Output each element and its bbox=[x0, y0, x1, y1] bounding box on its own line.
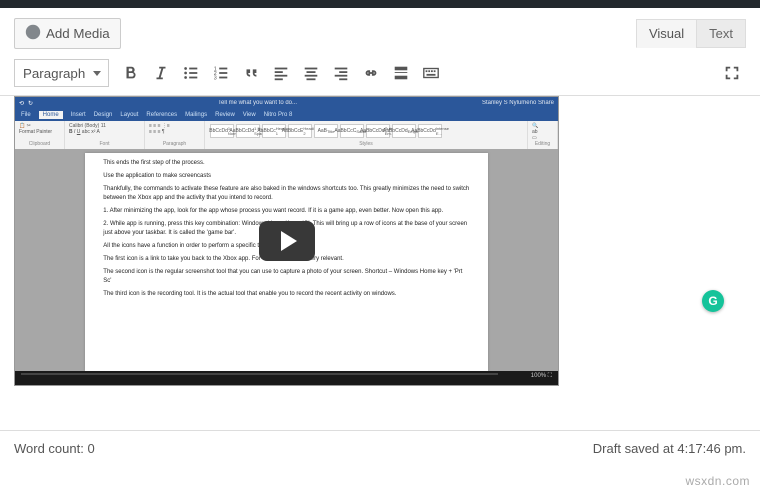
video-controls[interactable]: 100% ⛶ bbox=[15, 371, 558, 385]
keyboard-icon bbox=[422, 64, 440, 82]
ol-button[interactable]: 123 bbox=[207, 59, 235, 87]
fullscreen-icon bbox=[723, 64, 741, 82]
italic-icon bbox=[152, 64, 170, 82]
word-titlebar: ⟲↻ Tell me what you want to do... Stanle… bbox=[15, 97, 558, 109]
readmore-button[interactable] bbox=[387, 59, 415, 87]
align-center-button[interactable] bbox=[297, 59, 325, 87]
media-icon bbox=[25, 24, 41, 43]
link-button[interactable] bbox=[357, 59, 385, 87]
doc-line: Thankfully, the commands to activate the… bbox=[103, 185, 469, 203]
align-right-icon bbox=[332, 64, 350, 82]
add-media-label: Add Media bbox=[46, 26, 110, 41]
editor-chrome-row: Add Media Visual Text bbox=[0, 8, 760, 55]
word-page-area: This ends the first step of the process.… bbox=[15, 149, 558, 375]
grammarly-icon[interactable]: G bbox=[702, 290, 724, 312]
draft-saved-status: Draft saved at 4:17:46 pm. bbox=[593, 441, 746, 456]
word-menu-tabs: File Home Insert Design Layout Reference… bbox=[15, 109, 558, 121]
add-media-button[interactable]: Add Media bbox=[14, 18, 121, 49]
style-item: AaBbCcEHeading 2 bbox=[288, 124, 312, 138]
video-embed[interactable]: ⟲↻ Tell me what you want to do... Stanle… bbox=[14, 96, 559, 386]
editor-body[interactable]: ⟲↻ Tell me what you want to do... Stanle… bbox=[0, 96, 760, 396]
link-icon bbox=[362, 64, 380, 82]
readmore-icon bbox=[392, 64, 410, 82]
doc-line: The second icon is the regular screensho… bbox=[103, 268, 469, 286]
doc-line: The third icon is the recording tool. It… bbox=[103, 290, 469, 299]
align-left-icon bbox=[272, 64, 290, 82]
align-left-button[interactable] bbox=[267, 59, 295, 87]
editor-mode-tabs: Visual Text bbox=[637, 19, 746, 48]
doc-line: This ends the first step of the process. bbox=[103, 159, 469, 168]
word-document-page: This ends the first step of the process.… bbox=[85, 153, 487, 371]
progress-pct: 100% bbox=[531, 373, 546, 379]
doc-line: Use the application to make screencasts bbox=[103, 172, 469, 181]
list-ul-icon bbox=[182, 64, 200, 82]
toolbar-toggle-button[interactable] bbox=[417, 59, 445, 87]
list-ol-icon: 123 bbox=[212, 64, 230, 82]
align-right-button[interactable] bbox=[327, 59, 355, 87]
bold-button[interactable] bbox=[117, 59, 145, 87]
word-ribbon: 📋 ✂Format Painter Clipboard Calibri (Bod… bbox=[15, 121, 558, 149]
italic-button[interactable] bbox=[147, 59, 175, 87]
word-count: Word count: 0 bbox=[14, 441, 95, 456]
fullscreen-button[interactable] bbox=[718, 59, 746, 87]
doc-line: 1. After minimizing the app, look for th… bbox=[103, 207, 469, 216]
tab-visual[interactable]: Visual bbox=[636, 19, 697, 48]
editor-footer: Word count: 0 Draft saved at 4:17:46 pm. bbox=[0, 430, 760, 466]
editor-toolbar: Paragraph 123 bbox=[0, 55, 760, 96]
style-item: AaBbCcDdIntense E... bbox=[418, 124, 442, 138]
tab-text[interactable]: Text bbox=[696, 19, 746, 48]
play-button[interactable] bbox=[259, 221, 315, 261]
bold-icon bbox=[122, 64, 140, 82]
svg-text:3: 3 bbox=[214, 75, 217, 81]
format-select-wrap: Paragraph bbox=[14, 59, 109, 87]
format-select[interactable]: Paragraph bbox=[14, 59, 109, 87]
quote-button[interactable] bbox=[237, 59, 265, 87]
quote-icon bbox=[242, 64, 260, 82]
watermark: wsxdn.com bbox=[685, 474, 750, 488]
video-progress-bar[interactable] bbox=[21, 373, 498, 375]
ul-button[interactable] bbox=[177, 59, 205, 87]
admin-topbar bbox=[0, 0, 760, 8]
align-center-icon bbox=[302, 64, 320, 82]
